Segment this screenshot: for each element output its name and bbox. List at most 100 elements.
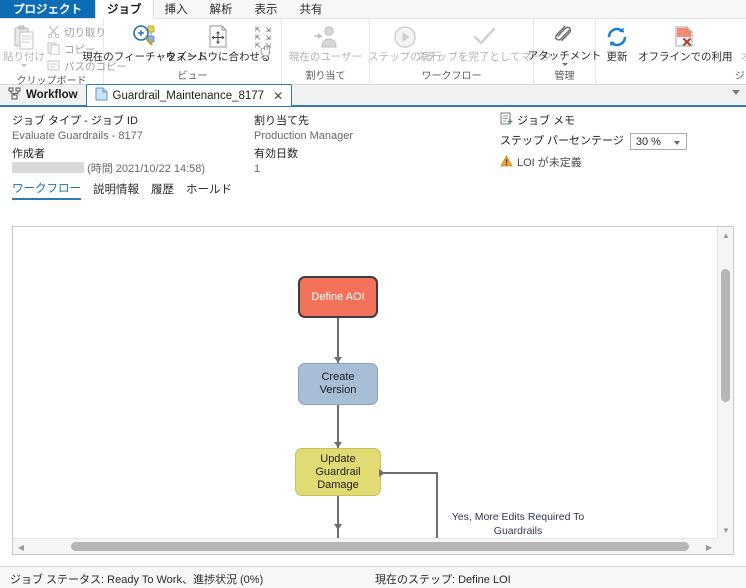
valid-days-label: 有効日数 xyxy=(254,148,298,160)
go-online-label: オンラインに変更 xyxy=(740,51,746,63)
paste-button-label: 貼り付け xyxy=(3,51,45,63)
paste-icon xyxy=(13,24,35,50)
refresh-label: 更新 xyxy=(606,51,628,63)
workflow-edge-label-more-edits: Yes, More Edits Required To Guardrails xyxy=(451,511,585,537)
redacted-username xyxy=(12,162,84,173)
workflow-edge-3 xyxy=(337,496,339,538)
run-step-icon xyxy=(392,24,418,50)
ribbon-tab-share[interactable]: 共有 xyxy=(289,0,334,18)
assigned-to-value: Production Manager xyxy=(254,130,354,142)
job-header-panel: ジョブ タイプ - ジョブ ID Evaluate Guardrails - 8… xyxy=(0,107,746,179)
valid-days-value: 1 xyxy=(254,163,261,175)
scroll-left-icon[interactable]: ◀ xyxy=(13,539,29,554)
attachment-button[interactable]: アタッチメント xyxy=(528,22,601,66)
mark-step-complete-button[interactable]: ステップを完了としてマーク xyxy=(416,23,552,63)
ribbon-group-job-label: ジョブ xyxy=(734,71,746,82)
workflow-canvas[interactable]: Define AOI Create Version Update Guardra… xyxy=(13,227,717,538)
document-tab-job[interactable]: Guardrail_Maintenance_8177 ✕ xyxy=(85,84,293,106)
attachment-dropdown-caret[interactable] xyxy=(561,63,568,66)
zoom-feature-icon xyxy=(131,24,159,50)
job-type-label: ジョブ タイプ - ジョブ ID xyxy=(12,115,138,127)
current-user-button[interactable]: 現在のユーザー xyxy=(286,23,365,63)
pan-icon: ⇱⇲ ⇱⇲ ⇱⇲ xyxy=(254,25,278,59)
ribbon-tab-bar: プロジェクト ジョブ 挿入 解析 表示 共有 xyxy=(0,0,746,19)
current-user-label: 現在のユーザー xyxy=(288,51,363,63)
valid-days-field: 有効日数 1 xyxy=(254,147,298,177)
ribbon-tab-analysis[interactable]: 解析 xyxy=(199,0,244,18)
chevron-down-icon[interactable] xyxy=(673,141,680,145)
tab-history[interactable]: 履歴 xyxy=(151,181,174,199)
document-tab-workflow[interactable]: Workflow xyxy=(0,84,86,105)
take-offline-icon xyxy=(672,24,698,50)
copy-icon xyxy=(47,42,60,58)
svg-text:⇱: ⇱ xyxy=(255,34,261,43)
scrollbar-corner xyxy=(717,538,733,554)
workflow-loop-edge-arrow xyxy=(379,469,385,477)
note-icon xyxy=(500,112,513,130)
ribbon-tab-view[interactable]: 表示 xyxy=(244,0,289,18)
document-tab-strip: Workflow Guardrail_Maintenance_8177 ✕ xyxy=(0,84,746,107)
tab-workflow[interactable]: ワークフロー xyxy=(12,180,81,200)
go-online-button[interactable]: オンラインに変更 xyxy=(737,23,746,63)
ribbon-group-assignment-label: 割り当て xyxy=(305,71,346,82)
fit-to-window-button[interactable]: ウィンドウに合わせる xyxy=(166,23,271,63)
application-window: プロジェクト ジョブ 挿入 解析 表示 共有 貼り付け 切り取り コピー パスの… xyxy=(0,0,746,588)
refresh-button[interactable]: 更新 xyxy=(600,23,634,63)
job-note-button[interactable]: ジョブ メモ xyxy=(500,112,687,130)
workflow-canvas-container: Define AOI Create Version Update Guardra… xyxy=(12,226,734,555)
assigned-to-field: 割り当て先 Production Manager xyxy=(254,114,353,144)
ribbon-group-view: 現在のフィーチャをズーム ウィンドウに合わせる ⇱ ⇲ ⇱ ⇲ ⇱ ビュー xyxy=(82,19,282,84)
horizontal-scroll-thumb[interactable] xyxy=(71,542,689,551)
step-percentage-value: 30 % xyxy=(635,135,661,148)
ribbon-group-workflow: ステップの実行 ステップを完了としてマーク ワークフロー xyxy=(368,19,552,84)
step-percentage-label: ステップ パーセンテージ xyxy=(500,135,624,147)
take-offline-button[interactable]: オフラインでの利用 xyxy=(634,23,737,63)
ribbon-group-assignment: 現在のユーザー 割り当て xyxy=(282,19,370,84)
creator-label: 作成者 xyxy=(12,148,45,160)
ribbon-tab-job[interactable]: ジョブ xyxy=(95,0,154,19)
refresh-icon xyxy=(605,24,629,50)
scroll-up-icon[interactable]: ▲ xyxy=(718,227,733,243)
ribbon-group-workflow-label: ワークフロー xyxy=(421,71,482,82)
ribbon: 貼り付け 切り取り コピー パスのコピー クリップボード 現在のフィーチャをズー… xyxy=(0,19,746,87)
job-meta-panel: ジョブ メモ ステップ パーセンテージ 30 % LOI が未定義 xyxy=(500,112,687,170)
job-note-label: ジョブ メモ xyxy=(517,114,576,127)
attachment-label: アタッチメント xyxy=(527,50,602,62)
workflow-node-update-guardrail-damage[interactable]: Update Guardrail Damage xyxy=(295,448,381,496)
workflow-edge-3-arrow xyxy=(334,524,342,530)
job-status-text: ジョブ ステータス: Ready To Work、進捗状況 (0%) xyxy=(10,574,264,586)
paste-button[interactable]: 貼り付け xyxy=(3,22,45,67)
workflow-loop-edge-horizontal xyxy=(383,472,437,474)
cut-icon xyxy=(47,25,60,41)
ribbon-tab-insert[interactable]: 挿入 xyxy=(154,0,199,18)
job-type-value: Evaluate Guardrails - 8177 xyxy=(12,130,143,142)
loi-warning-text: LOI が未定義 xyxy=(517,157,582,169)
scroll-right-icon[interactable]: ▶ xyxy=(701,539,717,554)
step-percentage-select[interactable]: 30 % xyxy=(629,133,687,150)
scroll-down-icon[interactable]: ▼ xyxy=(718,522,733,538)
svg-text:⇱: ⇱ xyxy=(255,42,261,51)
workflow-node-define-aoi[interactable]: Define AOI xyxy=(298,276,378,318)
take-offline-label: オフラインでの利用 xyxy=(638,51,733,63)
chevron-down-icon[interactable] xyxy=(732,90,740,95)
detail-tab-bar: ワークフロー 説明情報 履歴 ホールド xyxy=(0,179,746,201)
tab-description[interactable]: 説明情報 xyxy=(93,181,139,199)
workflow-node-create-version[interactable]: Create Version xyxy=(298,363,378,405)
canvas-horizontal-scrollbar[interactable]: ◀ ▶ xyxy=(13,538,717,554)
pan-button[interactable]: ⇱⇲ ⇱⇲ ⇱⇲ xyxy=(254,23,278,59)
attachment-icon xyxy=(553,23,577,49)
canvas-vertical-scrollbar[interactable]: ▲ ▼ xyxy=(717,227,733,538)
step-percentage-row: ステップ パーセンテージ 30 % xyxy=(500,133,687,150)
ribbon-tab-project[interactable]: プロジェクト xyxy=(0,0,95,18)
current-step-text: 現在のステップ: Define LOI xyxy=(375,574,511,586)
paste-dropdown-caret[interactable] xyxy=(21,64,27,67)
creator-field: 作成者 (時間 2021/10/22 14:58) xyxy=(12,147,205,177)
warning-icon xyxy=(500,154,513,170)
tab-hold[interactable]: ホールド xyxy=(186,181,232,199)
ribbon-group-job: 更新 オフラインでの利用 オ ジ xyxy=(596,19,746,84)
workflow-icon xyxy=(8,87,21,103)
cut-button-label: 切り取り xyxy=(64,27,106,39)
vertical-scroll-thumb[interactable] xyxy=(721,269,730,402)
close-icon[interactable]: ✕ xyxy=(273,89,283,103)
status-bar: ジョブ ステータス: Ready To Work、進捗状況 (0%) 現在のステ… xyxy=(0,566,746,588)
